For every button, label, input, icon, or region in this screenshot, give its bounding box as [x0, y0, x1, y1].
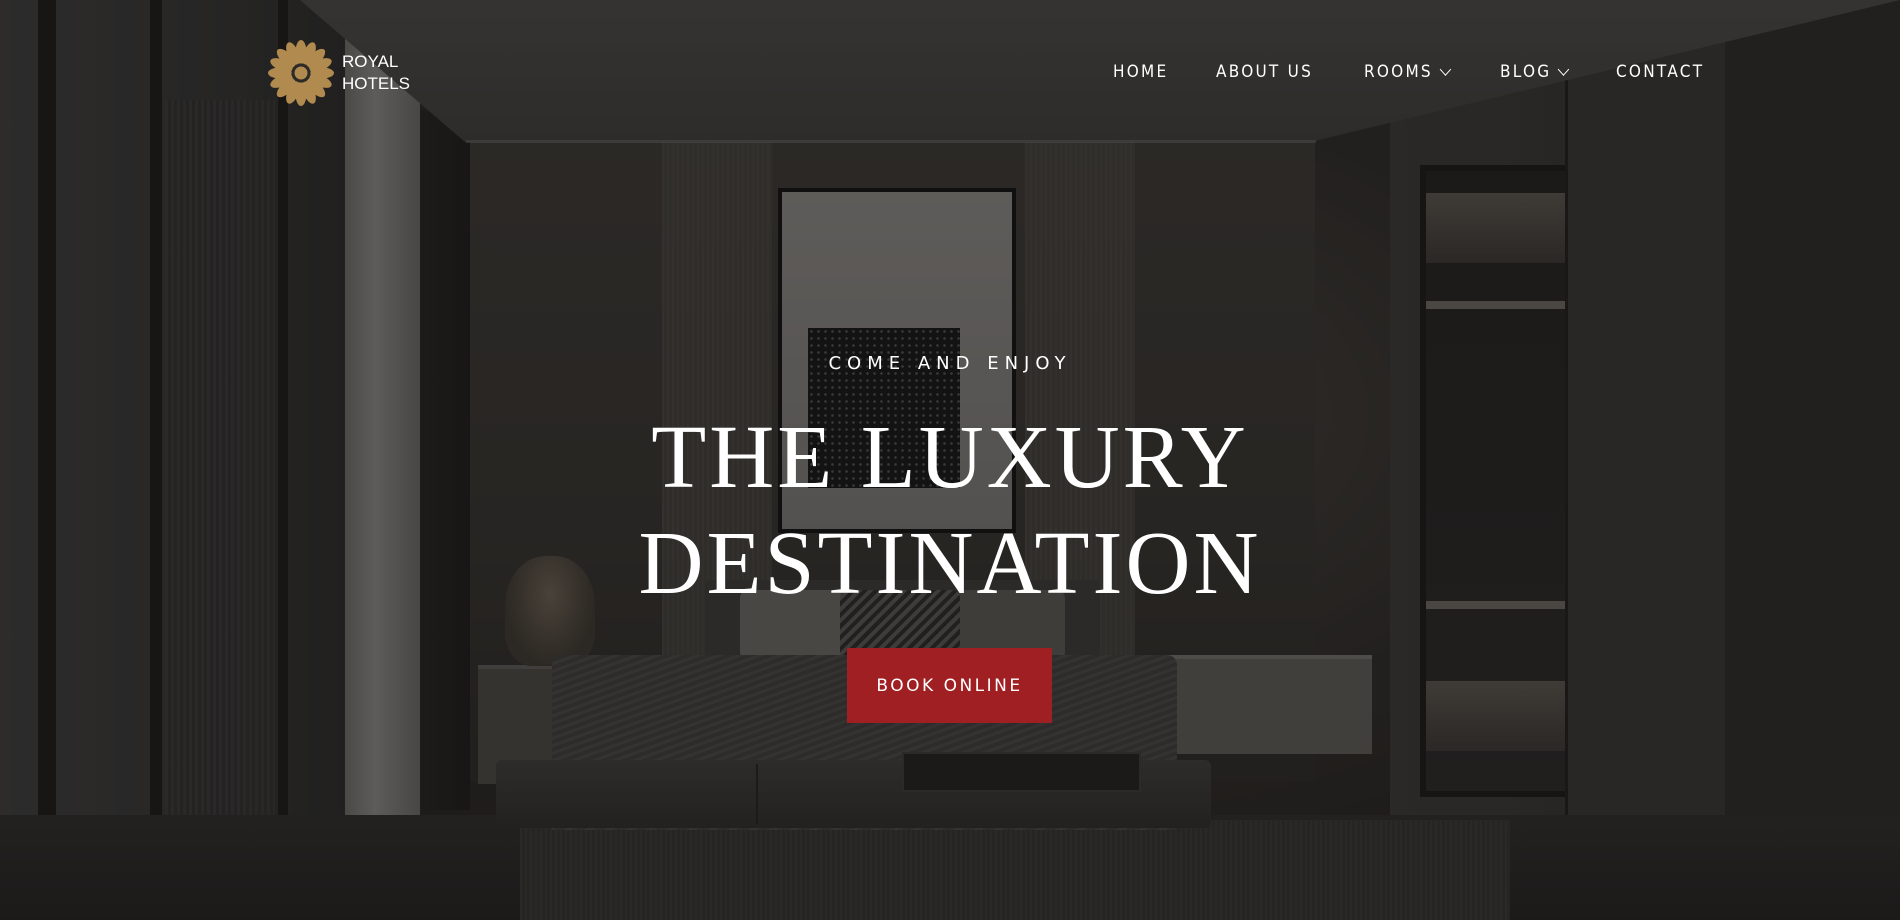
hero-headline-line2: DESTINATION	[638, 514, 1262, 613]
hero-headline: THE LUXURY DESTINATION	[0, 405, 1900, 617]
book-online-button[interactable]: BOOK ONLINE	[847, 648, 1052, 723]
hero-headline-line1: THE LUXURY	[651, 408, 1249, 507]
hero-content: COME AND ENJOY THE LUXURY DESTINATION BO…	[0, 0, 1900, 920]
hero-eyebrow: COME AND ENJOY	[828, 353, 1072, 374]
hero-section: ROYAL HOTELS HOME ABOUT US ROOMS BLOG CO…	[0, 0, 1900, 920]
